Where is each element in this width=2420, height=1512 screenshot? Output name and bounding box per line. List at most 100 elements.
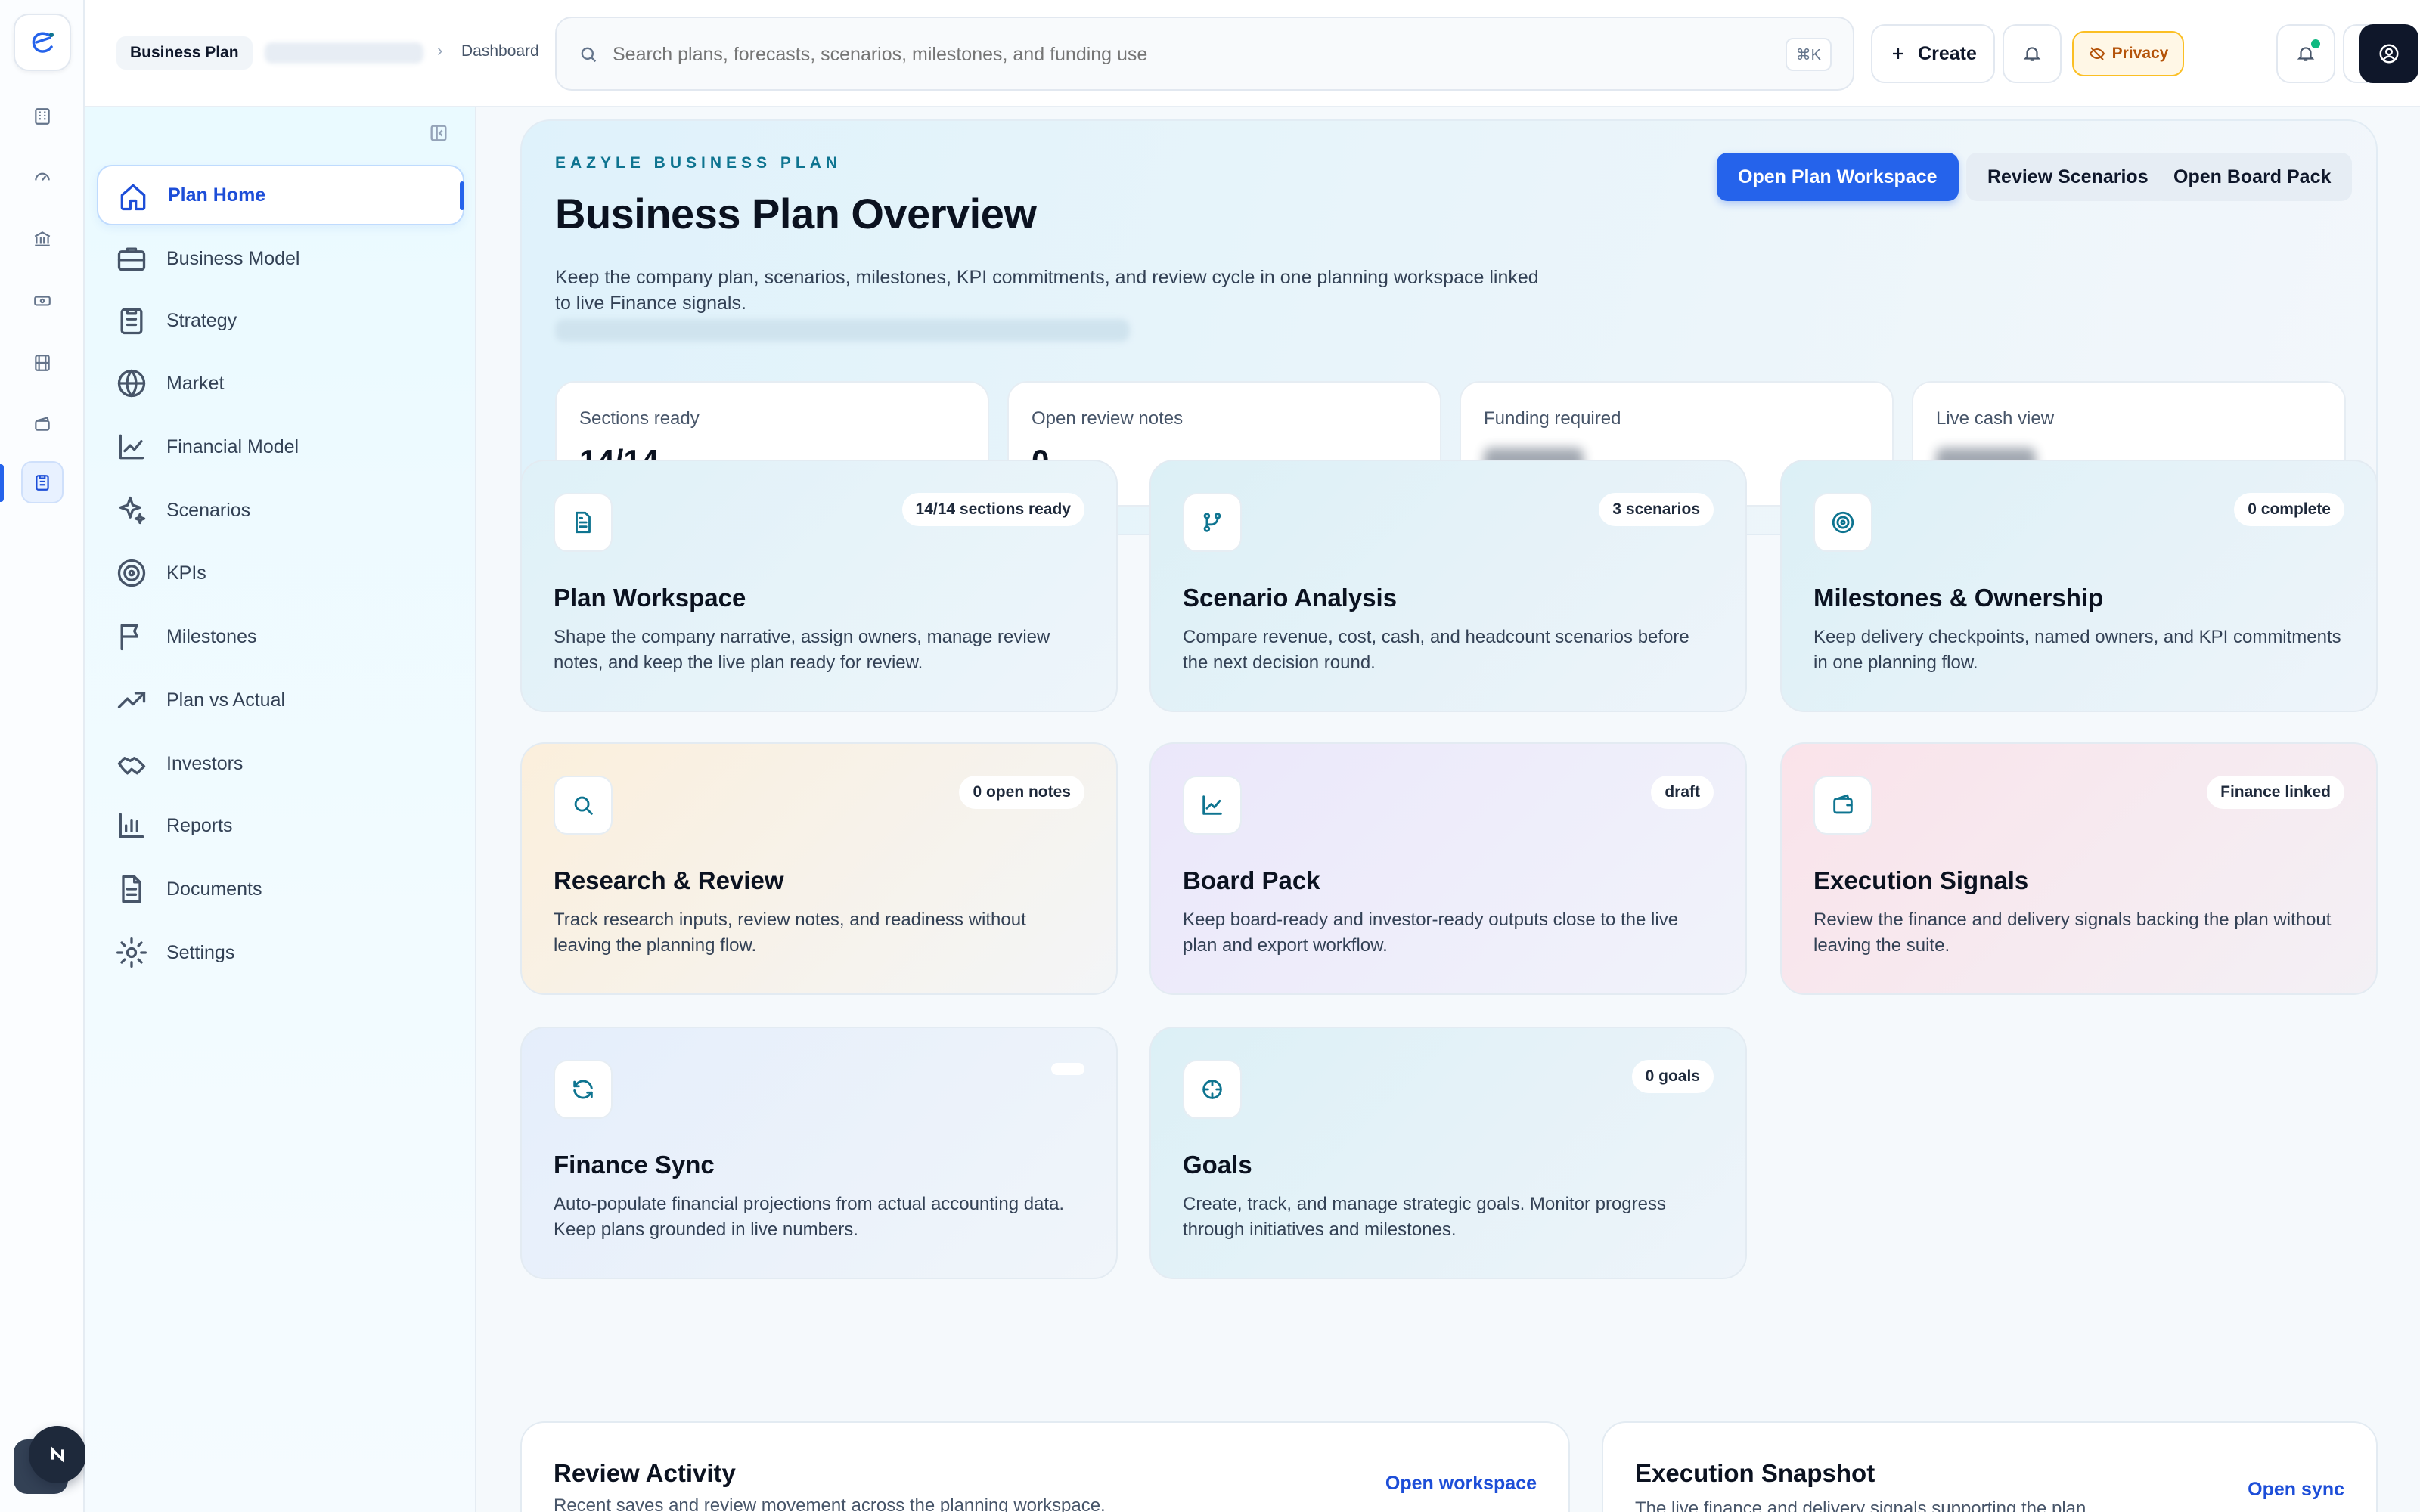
git-branch-icon: [1183, 493, 1242, 552]
card-badge: draft: [1651, 776, 1714, 809]
sidebar-item-reports[interactable]: Reports: [97, 795, 464, 856]
search-icon: [554, 776, 613, 835]
card-badge: 14/14 sections ready: [901, 493, 1084, 526]
card-title: Research & Review: [554, 866, 784, 894]
card-execution-signals[interactable]: Finance linked Execution Signals Review th…: [1780, 742, 2378, 995]
card-title: Execution Signals: [1813, 866, 2029, 894]
breadcrumb-root[interactable]: Business Plan: [116, 36, 253, 70]
card-title: Scenario Analysis: [1183, 584, 1398, 612]
sidebar-item-plan-home[interactable]: Plan Home: [97, 165, 464, 225]
privacy-toggle[interactable]: Privacy: [2072, 31, 2184, 76]
rail-business-plan-icon[interactable]: [21, 461, 64, 503]
target-icon: [1813, 493, 1872, 552]
alarm-button[interactable]: [2003, 24, 2062, 83]
search-bar[interactable]: ⌘K: [555, 17, 1854, 91]
rail-film-icon[interactable]: [21, 342, 64, 384]
top-bar: Business Plan › Dashboard ⌘K Create Priv…: [85, 0, 2420, 107]
open-workspace-link[interactable]: Open workspace: [1385, 1473, 1537, 1495]
card-badge: 0 open notes: [959, 776, 1084, 809]
sidebar-item-plan-vs-actual[interactable]: Plan vs Actual: [97, 670, 464, 730]
card-badge: 3 scenarios: [1599, 493, 1714, 526]
line-chart-icon: [1183, 776, 1242, 835]
card-description: Keep delivery checkpoints, named owners,…: [1813, 627, 2341, 673]
breadcrumb-chevron-icon: ›: [437, 41, 443, 60]
card-badge: Finance linked: [2207, 776, 2344, 809]
sidebar-item-documents[interactable]: Documents: [97, 859, 464, 919]
user-menu-button[interactable]: [2360, 24, 2418, 83]
review-activity-subtitle: Recent saves and review movement across …: [554, 1495, 1106, 1512]
sidebar-item-milestones[interactable]: Milestones: [97, 606, 464, 667]
stat-label: Open review notes: [1032, 408, 1184, 429]
sidebar-item-business-model[interactable]: Business Model: [97, 228, 464, 289]
sidebar-item-kpis[interactable]: KPIs: [97, 543, 464, 603]
breadcrumb-redacted: [265, 42, 424, 64]
sidebar-item-market[interactable]: Market: [97, 353, 464, 414]
wallet-icon: [1813, 776, 1872, 835]
card-goals[interactable]: 0 goals Goals Create, track, and manage st…: [1150, 1027, 1747, 1279]
card-description: Create, track, and manage strategic goal…: [1183, 1194, 1666, 1240]
logo-icon: [32, 32, 54, 53]
card-scenario-analysis[interactable]: 3 scenarios Scenario Analysis Compare reve…: [1150, 460, 1747, 712]
card-milestones-ownership[interactable]: 0 complete Milestones & Ownership Keep del…: [1780, 460, 2378, 712]
main-content: EAZYLE BUSINESS PLAN Business Plan Overv…: [478, 107, 2420, 1512]
rail-cash-icon[interactable]: [21, 280, 64, 322]
sidebar-item-label: Business Model: [166, 247, 300, 269]
sidebar-item-label: Scenarios: [166, 499, 251, 521]
breadcrumb-current[interactable]: Dashboard: [461, 42, 539, 60]
card-board-pack[interactable]: draft Board Pack Keep board-ready and inve…: [1150, 742, 1747, 995]
card-description: Track research inputs, review notes, and…: [554, 909, 1026, 956]
app-logo[interactable]: [14, 14, 71, 71]
clipboard-icon: [115, 304, 148, 337]
create-button[interactable]: Create: [1871, 24, 1995, 83]
card-finance-sync[interactable]: Finance Sync Auto-populate financial proj…: [520, 1027, 1118, 1279]
card-description: Auto-populate financial projections from…: [554, 1194, 1065, 1240]
sidebar-item-label: Plan Home: [168, 184, 266, 206]
sidebar-item-label: Milestones: [166, 625, 257, 647]
flag-icon: [115, 620, 148, 653]
sidebar-item-label: Documents: [166, 878, 262, 900]
search-shortcut: ⌘K: [1785, 38, 1832, 71]
card-research-review[interactable]: 0 open notes Research & Review Track resea…: [520, 742, 1118, 995]
globe-icon: [115, 367, 148, 400]
rail-bank-icon[interactable]: [21, 218, 64, 260]
card-title: Milestones & Ownership: [1813, 584, 2104, 612]
crosshair-icon: [1183, 1060, 1242, 1119]
card-title: Plan Workspace: [554, 584, 746, 612]
open-sync-link[interactable]: Open sync: [2248, 1479, 2344, 1501]
sidebar-item-label: Plan vs Actual: [166, 689, 286, 711]
sidebar-item-settings[interactable]: Settings: [97, 922, 464, 983]
review-scenarios-button[interactable]: Review Scenarios: [1966, 153, 2170, 201]
search-input[interactable]: [613, 44, 1709, 66]
sidebar-item-investors[interactable]: Investors: [97, 733, 464, 794]
rail-gauge-icon[interactable]: [21, 156, 64, 198]
execution-snapshot-subtitle: The live finance and delivery signals su…: [1635, 1498, 2092, 1512]
card-description: Compare revenue, cost, cash, and headcou…: [1183, 627, 1689, 673]
document-icon: [115, 872, 148, 906]
quick-action-icon[interactable]: [29, 1426, 86, 1483]
plus-icon: [1889, 45, 1907, 63]
hero-eyebrow: EAZYLE BUSINESS PLAN: [555, 154, 842, 172]
search-icon: [578, 44, 599, 65]
stat-label: Sections ready: [579, 408, 700, 429]
rail-active-indicator: [0, 464, 4, 502]
sidebar-item-label: Settings: [166, 941, 235, 963]
hero-redacted-line: [555, 319, 1130, 342]
rail-building-icon[interactable]: [21, 95, 64, 138]
card-title: Board Pack: [1183, 866, 1320, 894]
open-board-pack-button[interactable]: Open Board Pack: [2152, 153, 2353, 201]
sidebar-item-scenarios[interactable]: Scenarios: [97, 480, 464, 541]
notifications-button[interactable]: [2276, 24, 2335, 83]
sidebar-item-label: Reports: [166, 814, 233, 836]
review-activity-panel: Review Activity Recent saves and review …: [520, 1421, 1570, 1512]
open-plan-workspace-button[interactable]: Open Plan Workspace: [1717, 153, 1959, 201]
card-description: Shape the company narrative, assign owne…: [554, 627, 1050, 673]
card-badge: 0 goals: [1631, 1060, 1714, 1093]
rail-clapper-icon[interactable]: [21, 402, 64, 445]
bell-ring-icon: [2022, 44, 2042, 64]
card-plan-workspace[interactable]: 14/14 sections ready Plan Workspace Shape …: [520, 460, 1118, 712]
sidebar-item-financial-model[interactable]: Financial Model: [97, 417, 464, 477]
sidebar-collapse-icon[interactable]: [428, 122, 449, 144]
sidebar-item-strategy[interactable]: Strategy: [97, 290, 464, 351]
line-chart-icon: [115, 430, 148, 463]
card-badge: [1051, 1063, 1084, 1075]
